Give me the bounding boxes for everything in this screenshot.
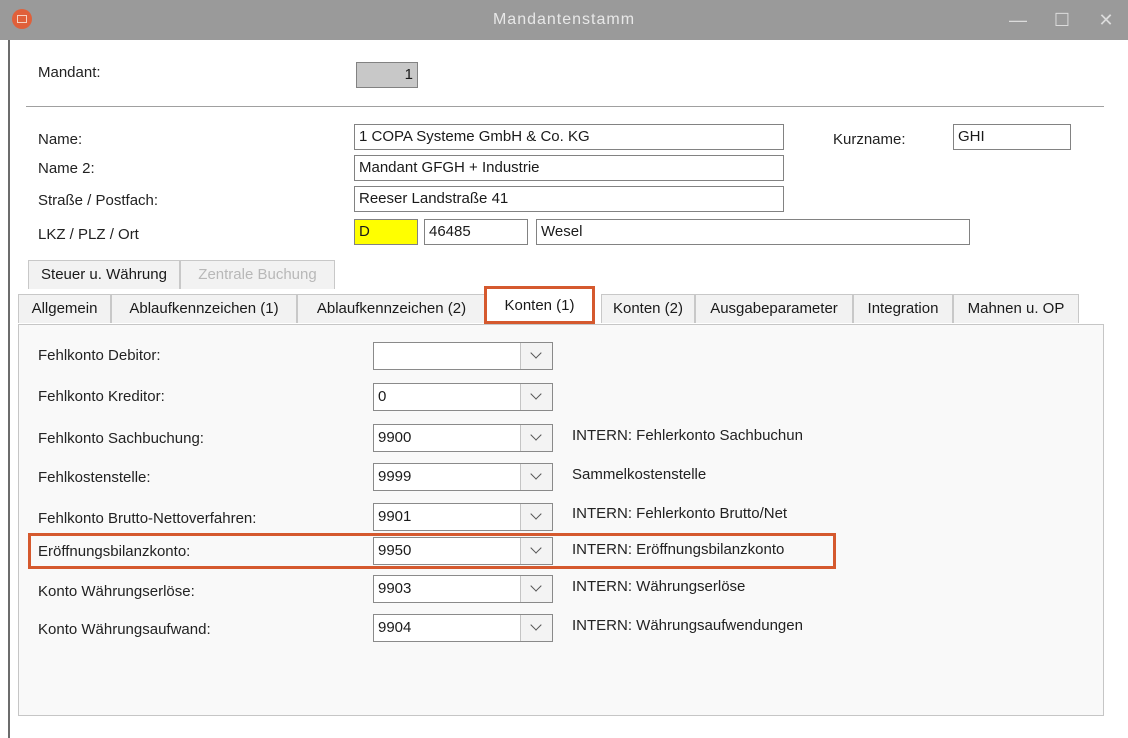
chevron-down-icon[interactable] <box>520 615 552 641</box>
name2-label: Name 2: <box>38 160 95 177</box>
mandant-label: Mandant: <box>38 64 101 81</box>
name-field[interactable]: 1 COPA Systeme GmbH & Co. KG <box>354 124 784 150</box>
combo-value: 0 <box>378 388 387 405</box>
title-bar: Mandantenstamm — ☐ ✕ <box>0 0 1128 40</box>
konto-description: Sammelkostenstelle <box>572 466 707 483</box>
konto-row-label: Konto Währungsaufwand: <box>38 621 211 638</box>
konto-row-label: Fehlkonto Sachbuchung: <box>38 430 204 447</box>
tab-ablaufkennzeichen-2[interactable]: Ablaufkennzeichen (2) <box>297 294 486 323</box>
tab-ablaufkennzeichen-1[interactable]: Ablaufkennzeichen (1) <box>111 294 297 323</box>
tab-zentrale-buchung: Zentrale Buchung <box>180 260 335 289</box>
maximize-button[interactable]: ☐ <box>1040 0 1084 40</box>
tab-integration[interactable]: Integration <box>853 294 953 323</box>
chevron-down-icon[interactable] <box>520 464 552 490</box>
tab-ausgabeparameter[interactable]: Ausgabeparameter <box>695 294 853 323</box>
name-label: Name: <box>38 131 83 148</box>
plz-field[interactable]: 46485 <box>424 219 528 245</box>
tab-konten-1[interactable]: Konten (1) <box>484 286 595 324</box>
mandant-field[interactable]: 1 <box>356 62 418 88</box>
combo-value: 9901 <box>378 508 412 525</box>
konto-row-label: Fehlkonto Debitor: <box>38 347 161 364</box>
fehlkonto-kreditor-combo[interactable]: 0 <box>373 383 553 411</box>
chevron-down-icon[interactable] <box>520 384 552 410</box>
fehlkonto-debitor-combo[interactable] <box>373 342 553 370</box>
lkz-plz-ort-label: LKZ / PLZ / Ort <box>38 226 139 243</box>
chevron-down-icon[interactable] <box>520 576 552 602</box>
konto-row-label: Fehlkostenstelle: <box>38 469 151 486</box>
kurzname-label: Kurzname: <box>833 131 906 148</box>
konto-description: INTERN: Fehlerkonto Brutto/Net <box>572 505 788 522</box>
lkz-field[interactable]: D <box>354 219 418 245</box>
chevron-down-icon[interactable] <box>520 343 552 369</box>
strasse-label: Straße / Postfach: <box>38 192 159 209</box>
combo-value: 9903 <box>378 580 412 597</box>
ort-field[interactable]: Wesel <box>536 219 970 245</box>
combo-value: 9999 <box>378 468 412 485</box>
tab-allgemein[interactable]: Allgemein <box>18 294 111 323</box>
eroeffnungsbilanzkonto-combo[interactable]: 9950 <box>373 537 553 565</box>
minimize-button[interactable]: — <box>996 0 1040 40</box>
konto-description: INTERN: Eröffnungsbilanzkonto <box>572 541 785 558</box>
kurzname-field[interactable]: GHI <box>953 124 1071 150</box>
tab-konten-2[interactable]: Konten (2) <box>601 294 695 323</box>
tab-mahnen-op[interactable]: Mahnen u. OP <box>953 294 1079 323</box>
konto-row-label: Eröffnungsbilanzkonto: <box>38 543 191 560</box>
tab-steuer-waehrung[interactable]: Steuer u. Währung <box>28 260 180 289</box>
combo-value: 9950 <box>378 542 412 559</box>
konto-waehrungserloese-combo[interactable]: 9903 <box>373 575 553 603</box>
konto-description: INTERN: Fehlerkonto Sachbuchun <box>572 427 803 444</box>
window-left-border <box>8 40 10 738</box>
fehlkonto-sachbuchung-combo[interactable]: 9900 <box>373 424 553 452</box>
strasse-field[interactable]: Reeser Landstraße 41 <box>354 186 784 212</box>
close-button[interactable]: ✕ <box>1084 0 1128 40</box>
konto-description: INTERN: Währungsaufwendungen <box>572 617 803 634</box>
konto-row-label: Fehlkonto Brutto-Nettoverfahren: <box>38 510 257 527</box>
konto-row-label: Fehlkonto Kreditor: <box>38 388 165 405</box>
chevron-down-icon[interactable] <box>520 538 552 564</box>
combo-value: 9904 <box>378 619 412 636</box>
konto-row-label: Konto Währungserlöse: <box>38 583 195 600</box>
chevron-down-icon[interactable] <box>520 504 552 530</box>
combo-value: 9900 <box>378 429 412 446</box>
konto-waehrungsaufwand-combo[interactable]: 9904 <box>373 614 553 642</box>
fehlkostenstelle-combo[interactable]: 9999 <box>373 463 553 491</box>
konto-description: INTERN: Währungserlöse <box>572 578 746 595</box>
fehlkonto-brutto-netto-combo[interactable]: 9901 <box>373 503 553 531</box>
name2-field[interactable]: Mandant GFGH + Industrie <box>354 155 784 181</box>
chevron-down-icon[interactable] <box>520 425 552 451</box>
window-title: Mandantenstamm <box>492 11 636 28</box>
